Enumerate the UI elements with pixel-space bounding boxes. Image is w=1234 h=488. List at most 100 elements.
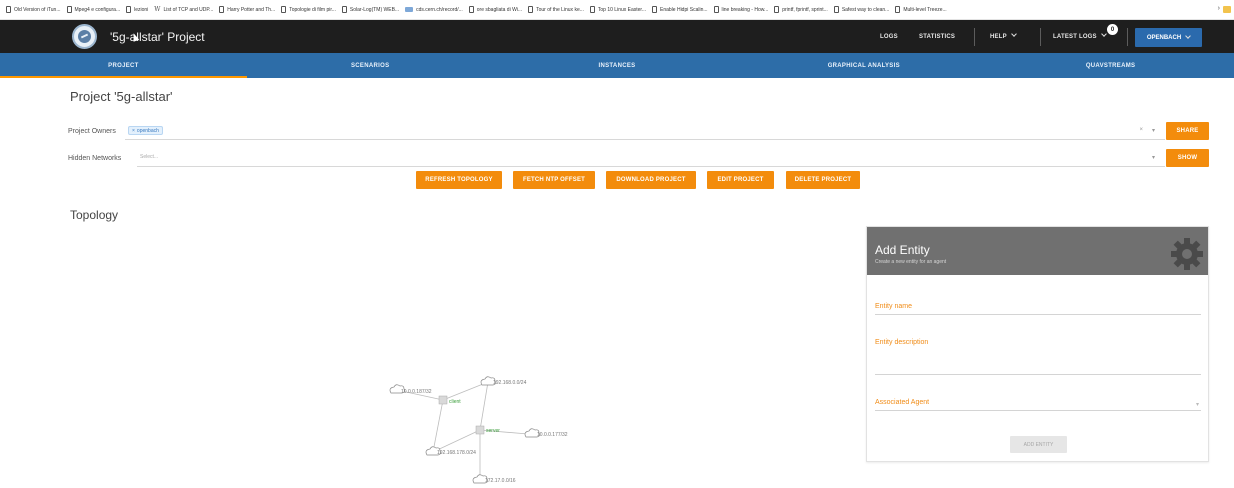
associated-agent-select[interactable]: Associated Agent ▾: [875, 399, 1201, 411]
header-divider: [1127, 28, 1128, 46]
project-owners-row: Project Owners: [68, 122, 120, 140]
network-cloud-icon[interactable]: 172.17.0.0/16: [472, 474, 516, 484]
help-menu[interactable]: HELP: [990, 31, 1017, 40]
folder-icon[interactable]: [1223, 6, 1231, 13]
project-owners-select[interactable]: × openbach × ▾: [125, 122, 1165, 140]
chevron-down-icon[interactable]: ▾: [1152, 127, 1155, 134]
associated-agent-label: Associated Agent: [875, 399, 930, 406]
bookmark-item[interactable]: Mpeg4 e configura...: [66, 6, 121, 13]
page-icon: [895, 6, 901, 13]
network-cloud-icon[interactable]: 192.168.178.0/24: [425, 446, 476, 456]
logs-link[interactable]: LOGS: [880, 34, 898, 40]
hidden-networks-select[interactable]: Select... ▾: [137, 149, 1165, 167]
help-label: HELP: [990, 34, 1007, 40]
notification-badge: 0: [1107, 24, 1118, 35]
main-tabs: PROJECT SCENARIOS INSTANCES GRAPHICAL AN…: [0, 53, 1234, 78]
openbach-logo[interactable]: [72, 24, 97, 49]
bookmark-item[interactable]: Multi-level Treeze...: [895, 6, 947, 13]
chevron-down-icon[interactable]: ▾: [1152, 154, 1155, 161]
statistics-link[interactable]: STATISTICS: [919, 34, 955, 40]
user-menu-button[interactable]: OPENBACH: [1135, 28, 1202, 47]
clear-icon[interactable]: ×: [1139, 127, 1143, 133]
agent-node-server[interactable]: server: [475, 425, 500, 435]
site-icon: [405, 7, 414, 12]
add-entity-card: Add Entity Create a new entity for an ag…: [866, 226, 1209, 462]
bookmark-item[interactable]: line breaking - How...: [713, 6, 769, 13]
bookmark-item[interactable]: Top 10 Linux Easter...: [589, 6, 646, 13]
tab-instances[interactable]: INSTANCES: [494, 53, 741, 78]
bookmark-item[interactable]: Topologie di film pir...: [281, 6, 336, 13]
tab-graphical-analysis[interactable]: GRAPHICAL ANALYSIS: [740, 53, 987, 78]
bookmark-item[interactable]: printf, fprintf, sprint...: [774, 6, 828, 13]
page-icon: [66, 6, 72, 13]
bookmark-item[interactable]: Tour of the Linux ke...: [528, 6, 584, 13]
page-icon: [341, 6, 347, 13]
entity-name-field[interactable]: Entity name: [875, 303, 1201, 315]
bookmark-item[interactable]: ore sbagliata di Wi...: [468, 6, 523, 13]
chevron-down-icon: [1185, 32, 1192, 39]
header-divider: [974, 28, 975, 46]
node-label-net3: 10.0.0.177/32: [537, 432, 568, 438]
header-divider: [1040, 28, 1041, 46]
delete-project-button[interactable]: DELETE PROJECT: [786, 171, 860, 189]
bookmark-label: Harry Potter and Th...: [227, 6, 276, 13]
bookmark-item[interactable]: cds.cern.ch/record/...: [405, 7, 463, 13]
node-label-server: server: [486, 428, 500, 434]
bookmark-label: Mpeg4 e configura...: [74, 6, 121, 13]
share-button[interactable]: SHARE: [1166, 122, 1209, 140]
tab-quavstreams[interactable]: QUAVSTREAMS: [987, 53, 1234, 78]
add-entity-button[interactable]: ADD ENTITY: [1010, 436, 1067, 453]
bookmark-item[interactable]: Solar-Log(TM) WEB...: [341, 6, 400, 13]
bookmark-item[interactable]: W List of TCP and UDP...: [154, 6, 213, 13]
edit-project-button[interactable]: EDIT PROJECT: [707, 171, 774, 189]
node-label-net4: 192.168.178.0/24: [437, 450, 476, 456]
page-icon: [126, 6, 132, 13]
bookmark-label: Solar-Log(TM) WEB...: [349, 6, 400, 13]
download-project-button[interactable]: DOWNLOAD PROJECT: [606, 171, 696, 189]
bookmarks-overflow-icon[interactable]: ›: [1218, 5, 1220, 12]
tab-scenarios[interactable]: SCENARIOS: [247, 53, 494, 78]
chip-remove-icon[interactable]: ×: [132, 128, 135, 134]
bookmark-label: line breaking - How...: [721, 6, 769, 13]
fetch-ntp-offset-button[interactable]: FETCH NTP OFFSET: [513, 171, 595, 189]
bookmark-label: List of TCP and UDP...: [163, 6, 214, 13]
bookmark-item[interactable]: Old Version of iTun...: [6, 6, 61, 13]
topology-graph[interactable]: 10.0.0.187/32 192.168.0.0/24 10.0.0.177/…: [385, 370, 605, 488]
entity-description-field[interactable]: Entity description: [875, 339, 1201, 375]
bookmark-label: ore sbagliata di Wi...: [476, 6, 523, 13]
bookmark-label: Tour of the Linux ke...: [536, 6, 584, 13]
add-entity-header: Add Entity Create a new entity for an ag…: [867, 227, 1208, 275]
bookmark-item[interactable]: Enable Hidpi Scalin...: [652, 6, 708, 13]
tab-project[interactable]: PROJECT: [0, 53, 247, 78]
page-icon: [219, 6, 225, 13]
page-icon: [468, 6, 474, 13]
owner-chip[interactable]: × openbach: [128, 126, 163, 135]
page-icon: [589, 6, 595, 13]
chevron-down-icon: [1100, 31, 1107, 37]
network-cloud-icon[interactable]: 10.0.0.187/32: [389, 384, 432, 395]
bookmark-item[interactable]: Safest way to clean...: [833, 6, 890, 13]
wikipedia-icon: W: [154, 6, 161, 13]
add-entity-subtitle: Create a new entity for an agent: [875, 259, 947, 265]
bookmark-label: Old Version of iTun...: [14, 6, 61, 13]
bookmark-label: Topologie di film pir...: [289, 6, 336, 13]
latest-logs-menu[interactable]: LATEST LOGS: [1053, 31, 1107, 40]
bookmark-label: Multi-level Treeze...: [903, 6, 947, 13]
owner-chip-label: openbach: [136, 127, 159, 134]
hidden-networks-row: Hidden Networks: [68, 149, 125, 167]
network-cloud-icon[interactable]: 192.168.0.0/24: [480, 376, 527, 386]
page-icon: [774, 6, 780, 13]
node-label-net1: 10.0.0.187/32: [401, 389, 432, 395]
bookmark-label: printf, fprintf, sprint...: [782, 6, 828, 13]
page-icon: [652, 6, 657, 13]
page-icon: [528, 6, 534, 13]
entity-description-label: Entity description: [875, 339, 929, 346]
network-cloud-icon[interactable]: 10.0.0.177/32: [524, 428, 568, 438]
chevron-down-icon: [1010, 31, 1017, 37]
bookmark-item[interactable]: lezioni: [126, 6, 148, 13]
bookmark-item[interactable]: Harry Potter and Th...: [219, 6, 275, 13]
bookmark-label: Safest way to clean...: [841, 6, 890, 13]
node-label-net2: 192.168.0.0/24: [493, 380, 527, 386]
refresh-topology-button[interactable]: REFRESH TOPOLOGY: [416, 171, 502, 189]
show-button[interactable]: SHOW: [1166, 149, 1209, 167]
